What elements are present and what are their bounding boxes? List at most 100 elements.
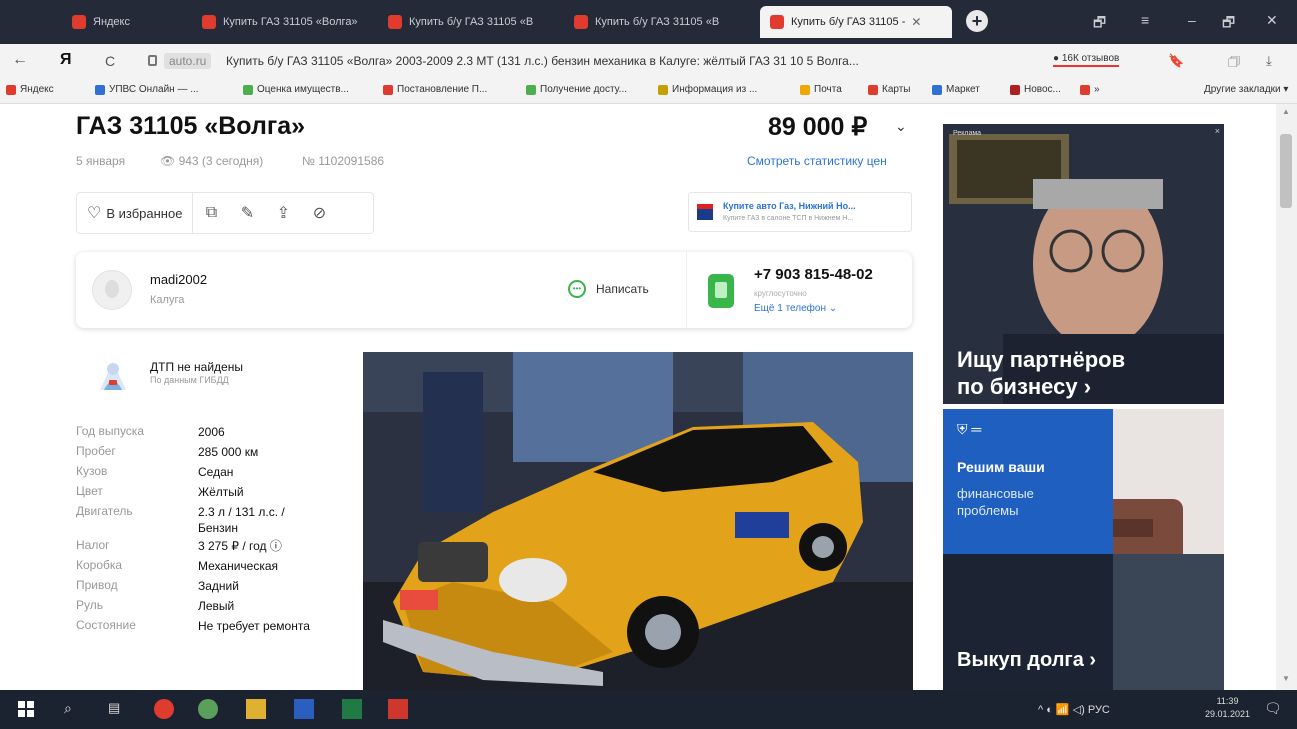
seller-phone[interactable]: +7 903 815-48-02 — [754, 266, 873, 283]
spec-key: Налог — [76, 538, 110, 552]
favorites-label: В избранное — [106, 205, 183, 221]
bookmark-label: Получение досту... — [540, 84, 628, 95]
pdf-reader-icon[interactable] — [388, 699, 408, 719]
avatar[interactable] — [92, 270, 132, 310]
download-icon[interactable]: ⤓ — [1266, 53, 1272, 69]
minimize-icon[interactable]: – — [1188, 12, 1196, 28]
autoru-favicon-icon — [574, 15, 588, 29]
url-domain[interactable]: auto.ru — [164, 53, 212, 69]
spec-key: Цвет — [76, 484, 103, 498]
scroll-down-icon[interactable]: ▼ — [1282, 674, 1290, 683]
spec-key: Привод — [76, 578, 118, 592]
notifications-icon[interactable]: 🗨 — [1264, 700, 1282, 717]
clock[interactable]: 11:39 29.01.2021 — [1205, 695, 1250, 721]
ad-banner-debt[interactable]: ⛨ ═ Решим ваши финансовые проблемы Выкуп… — [943, 409, 1224, 690]
ad-cta[interactable]: Выкуп долга › — [957, 649, 1096, 672]
autoru-favicon-icon — [202, 15, 216, 29]
map-pin-icon — [868, 84, 878, 95]
spec-row: Привод Задний — [76, 578, 346, 598]
seller-username[interactable]: madi2002 — [150, 272, 207, 287]
bookmark-item[interactable]: Маркет — [932, 84, 980, 95]
dealer-ad-title: Купите авто Газ, Нижний Но... — [723, 201, 856, 211]
chevron-down-icon[interactable]: ⌄ — [895, 118, 907, 135]
app-icon[interactable] — [198, 699, 218, 719]
scrollbar-thumb[interactable] — [1280, 134, 1292, 208]
other-bookmarks[interactable]: Другие закладки ▾ — [1204, 84, 1288, 95]
spec-row: Цвет Жёлтый — [76, 484, 346, 504]
tab-listing-1[interactable]: Купить ГАЗ 31105 «Волга» — [192, 6, 372, 38]
more-phones-link[interactable]: Ещё 1 телефон ⌄ — [754, 303, 837, 314]
spec-value: 2006 — [198, 425, 225, 439]
spec-value[interactable]: Жёлтый — [198, 484, 328, 500]
spec-value[interactable]: Седан — [198, 464, 328, 480]
reload-icon[interactable]: C — [105, 53, 115, 69]
word-icon[interactable] — [294, 699, 314, 719]
bookmark-item[interactable]: Получение досту... — [526, 84, 627, 95]
spec-row: Двигатель 2.3 л / 131 л.с. / Бензин — [76, 504, 346, 538]
system-tray[interactable]: ^ ◐ 📶 ◁) РУС — [1038, 703, 1110, 716]
bookmark-item[interactable]: Яндекс — [6, 84, 54, 95]
bookmark-item[interactable]: УПВС Онлайн — ... — [95, 84, 199, 95]
yandex-browser-icon[interactable] — [154, 699, 174, 719]
ad-close-icon[interactable]: × — [1215, 126, 1220, 136]
url-page-title[interactable]: Купить б/у ГАЗ 31105 «Волга» 2003-2009 2… — [226, 54, 1016, 68]
tab-listing-2[interactable]: Купить б/у ГАЗ 31105 «В — [378, 6, 558, 38]
spec-key: Год выпуска — [76, 424, 144, 438]
browser-tab-bar: Яндекс Купить ГАЗ 31105 «Волга» Купить б… — [0, 0, 1297, 44]
back-icon[interactable]: ← — [12, 51, 28, 69]
scroll-up-icon[interactable]: ▲ — [1282, 107, 1290, 116]
page-scrollbar[interactable]: ▲ ▼ — [1276, 104, 1297, 690]
tabs-view-icon[interactable]: 🗗 — [1093, 12, 1106, 36]
bookmark-item[interactable]: Оценка имуществ... — [243, 84, 349, 95]
share-icon[interactable]: ⇪ — [265, 193, 301, 233]
bookmark-icon[interactable]: 🔖 — [1168, 53, 1184, 69]
tab-listing-3[interactable]: Купить б/у ГАЗ 31105 «В — [564, 6, 754, 38]
bookmark-item[interactable]: Постановление П... — [383, 84, 487, 95]
new-tab-button[interactable]: + — [966, 10, 988, 32]
bookmark-label: УПВС Онлайн — ... — [109, 84, 199, 95]
bank-shield-icon: ⛨ ═ — [957, 421, 982, 437]
car-photo[interactable] — [363, 352, 913, 690]
task-view-icon[interactable]: ▤ — [108, 700, 120, 716]
reviews-badge[interactable]: ● 16К отзывов — [1053, 53, 1120, 67]
phone-icon — [708, 274, 734, 308]
bookmark-item[interactable]: Карты — [868, 84, 911, 95]
tab-label: Яндекс — [93, 16, 130, 28]
extensions-icon[interactable]: 🗇 — [1228, 53, 1240, 75]
tab-yandex[interactable]: Яндекс — [62, 6, 186, 38]
bookmarks-overflow[interactable]: » — [1080, 84, 1100, 95]
close-tab-icon[interactable]: ✕ — [911, 15, 921, 29]
spec-row: Кузов Седан — [76, 464, 346, 484]
close-window-icon[interactable]: ✕ — [1266, 12, 1278, 29]
seller-card: madi2002 Калуга ••• Написать +7 903 815-… — [76, 252, 912, 328]
ad-banner-business[interactable]: × Реклама Ищу партнёров по бизнесу › — [943, 124, 1224, 404]
compare-icon[interactable]: ⧉ — [193, 193, 229, 233]
price-stats-link[interactable]: Смотреть статистику цен — [747, 154, 887, 168]
ad-headline: Решим ваши — [957, 459, 1045, 475]
heart-icon: ♡ — [87, 205, 102, 222]
excel-icon[interactable] — [342, 699, 362, 719]
add-to-favorites-button[interactable]: ♡ В избранное — [77, 193, 194, 233]
bookmark-item[interactable]: Почта — [800, 84, 842, 95]
restore-icon[interactable]: 🗗 — [1222, 12, 1235, 36]
menu-icon[interactable]: ≡ — [1141, 12, 1149, 28]
note-icon[interactable]: ✎ — [229, 193, 265, 233]
spec-value[interactable]: Механическая — [198, 558, 328, 574]
write-message-button[interactable]: ••• Написать — [568, 280, 649, 298]
yandex-logo-icon[interactable]: Я — [60, 51, 72, 69]
bookmark-label: Яндекс — [20, 84, 54, 95]
bookmark-item[interactable]: Информация из ... — [658, 84, 757, 95]
bookmark-label: Информация из ... — [672, 84, 758, 95]
listing-price[interactable]: 89 000 ₽ — [768, 112, 867, 142]
block-icon[interactable]: ⊘ — [301, 193, 337, 233]
dealer-logo-icon — [697, 204, 713, 220]
spec-value[interactable]: 2.3 л / 131 л.с. / Бензин — [198, 504, 308, 536]
write-message-label: Написать — [596, 282, 649, 296]
bookmark-item[interactable]: Новос... — [1010, 84, 1061, 95]
tab-listing-active[interactable]: Купить б/у ГАЗ 31105 - ✕ — [760, 6, 952, 38]
dealer-ad[interactable]: Купите авто Газ, Нижний Но... Купите ГАЗ… — [688, 192, 912, 232]
windows-start-icon[interactable] — [18, 701, 34, 717]
file-explorer-icon[interactable] — [246, 699, 266, 719]
search-icon[interactable]: ⌕ — [64, 700, 72, 717]
spec-value: Задний — [198, 579, 239, 593]
